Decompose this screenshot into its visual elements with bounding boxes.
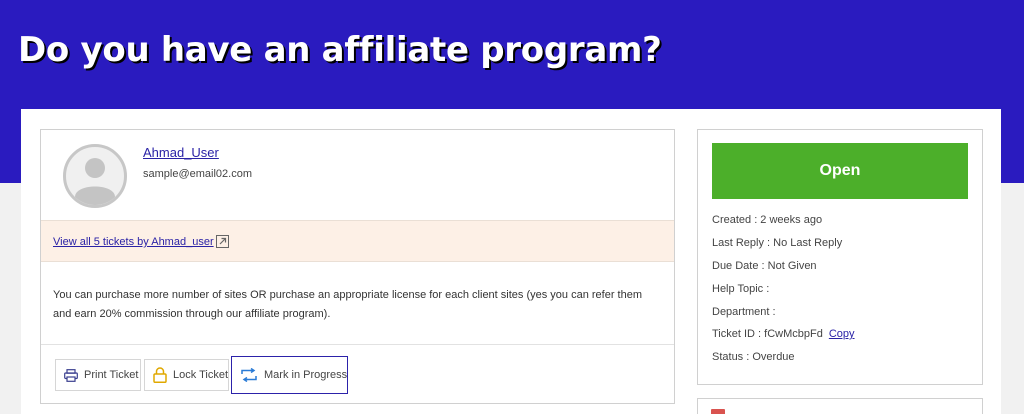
external-link-icon[interactable] — [216, 235, 229, 248]
ticket-message: You can purchase more number of sites OR… — [53, 289, 643, 320]
mark-in-progress-button[interactable]: Mark in Progress — [231, 356, 348, 394]
print-ticket-button[interactable]: Print Ticket — [55, 359, 141, 391]
ticket-details-panel: Open Created : 2 weeks ago Last Reply : … — [697, 129, 983, 385]
due-date-field: Due Date : Not Given — [712, 260, 817, 272]
department-field: Department : — [712, 306, 776, 318]
secondary-panel — [697, 398, 983, 414]
progress-arrows-icon — [241, 368, 257, 382]
mark-in-progress-label: Mark in Progress — [264, 369, 348, 381]
calendar-icon — [711, 409, 725, 414]
lock-icon — [153, 367, 167, 383]
actions-divider — [41, 344, 674, 345]
status-field: Status : Overdue — [712, 351, 795, 363]
user-tickets-bar: View all 5 tickets by Ahmad_user — [41, 220, 674, 262]
created-field: Created : 2 weeks ago — [712, 214, 823, 226]
print-ticket-label: Print Ticket — [84, 369, 139, 381]
user-name-link[interactable]: Ahmad_User — [143, 145, 219, 160]
last-reply-field: Last Reply : No Last Reply — [712, 237, 843, 249]
page-title: Do you have an affiliate program? — [18, 30, 662, 70]
help-topic-field: Help Topic : — [712, 283, 770, 295]
printer-icon — [64, 368, 78, 382]
lock-ticket-button[interactable]: Lock Ticket — [144, 359, 229, 391]
ticket-card: Ahmad_User sample@email02.com View all 5… — [40, 129, 675, 404]
copy-ticket-id-link[interactable]: Copy — [829, 328, 855, 340]
user-email: sample@email02.com — [143, 168, 252, 180]
user-avatar-icon — [63, 144, 127, 208]
lock-ticket-label: Lock Ticket — [173, 369, 229, 381]
view-all-tickets-link[interactable]: View all 5 tickets by Ahmad_user — [53, 236, 214, 248]
status-open-button[interactable]: Open — [712, 143, 968, 199]
ticket-id-field: Ticket ID : fCwMcbpFd — [712, 328, 823, 340]
ticket-id-row: Ticket ID : fCwMcbpFd Copy — [712, 328, 855, 340]
